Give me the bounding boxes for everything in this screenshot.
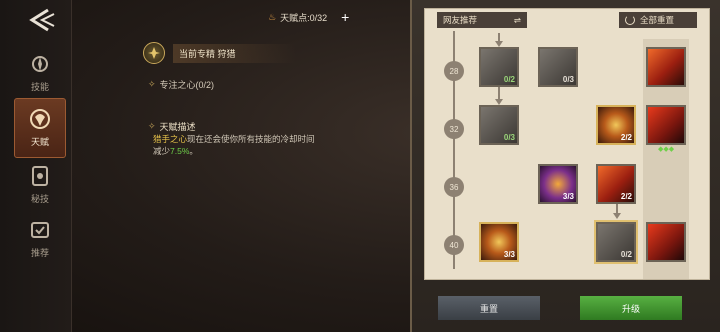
talent-description-title: ✧ 天赋描述 — [148, 120, 196, 133]
talent-node[interactable] — [646, 47, 686, 87]
secret-icon — [26, 162, 54, 190]
upgrade-button[interactable]: 升级 — [580, 296, 682, 320]
node-count: 2/2 — [620, 192, 632, 201]
talent-points-text: 天赋点:0/32 — [280, 12, 328, 23]
node-count: 0/3 — [562, 75, 574, 84]
node-count: 2/2 — [620, 133, 632, 142]
talent-node[interactable] — [646, 105, 686, 145]
nav-item-secret[interactable]: 秘技 — [22, 162, 58, 212]
add-talent-point-button[interactable]: + — [341, 10, 349, 24]
desc-highlight-name: 猎手之心 — [153, 134, 188, 144]
desc-highlight-value: 7.5% — [170, 146, 190, 156]
recommend-icon — [26, 216, 54, 244]
node-count: 0/2 — [620, 250, 632, 259]
talent-node-selected[interactable]: 0/2 — [594, 220, 638, 264]
talent-node[interactable] — [646, 222, 686, 262]
left-nav: 技能 天赋 秘技 推荐 — [0, 0, 72, 332]
spec-label: 当前专精 狩猎 — [173, 43, 296, 63]
arrow-down-icon — [613, 213, 621, 219]
recommend-label: 网友推荐 — [443, 15, 478, 25]
talent-tree: 网友推荐 ⇌ 全部重置 28 32 36 40 0/2 0/3 0/3 2/2 … — [424, 8, 710, 280]
talent-node[interactable]: 3/3 — [479, 222, 519, 262]
diamond-icon: ✧ — [148, 79, 156, 89]
level-marker: 36 — [444, 177, 464, 197]
talent-points: ♨ 天赋点:0/32 + — [268, 10, 349, 24]
skill-icon — [26, 50, 54, 78]
back-button[interactable] — [22, 6, 58, 34]
nav-label-secret: 秘技 — [30, 194, 49, 204]
reset-button[interactable]: 重置 — [438, 296, 540, 320]
flame-icon: ♨ — [268, 11, 277, 22]
desc-text-b: 减少 — [153, 146, 171, 156]
talent-node[interactable]: 0/2 — [479, 47, 519, 87]
back-arrow-icon — [29, 8, 55, 32]
level-marker: 32 — [444, 119, 464, 139]
diamond-icon: ✧ — [148, 121, 156, 131]
recommend-dropdown[interactable]: 网友推荐 ⇌ — [437, 12, 527, 28]
refresh-icon — [625, 15, 635, 25]
reset-all-label: 全部重置 — [640, 15, 675, 25]
nav-item-talent[interactable]: 天赋 — [14, 98, 66, 158]
nav-label-talent: 天赋 — [30, 137, 49, 147]
spec-emblem-icon — [143, 42, 165, 64]
desc-text-a: 现在还会使你所有技能的冷却时间 — [187, 134, 315, 144]
level-marker: 28 — [444, 61, 464, 81]
talent-node[interactable]: 2/2 — [596, 164, 636, 204]
node-count: 3/3 — [562, 192, 574, 201]
talent-art — [648, 107, 684, 143]
nav-label-skill: 技能 — [30, 82, 49, 92]
talent-node[interactable]: 0/3 — [479, 105, 519, 145]
current-spec: 当前专精 狩猎 — [143, 42, 296, 64]
node-count: 0/3 — [503, 133, 515, 142]
talent-node[interactable]: 0/3 — [538, 47, 578, 87]
talent-tree-panel: 网友推荐 ⇌ 全部重置 28 32 36 40 0/2 0/3 0/3 2/2 … — [410, 0, 720, 332]
talent-node[interactable]: 3/3 — [538, 164, 578, 204]
reset-all-button[interactable]: 全部重置 — [619, 12, 697, 28]
level-marker: 40 — [444, 235, 464, 255]
node-count: 3/3 — [503, 250, 515, 259]
swap-icon: ⇌ — [513, 14, 521, 25]
gem-indicator: ◆◆◆ — [658, 146, 675, 153]
talent-art — [648, 224, 684, 260]
nav-label-recommend: 推荐 — [30, 248, 49, 258]
talent-art — [648, 49, 684, 85]
nav-item-skill[interactable]: 技能 — [22, 50, 58, 100]
talent-node[interactable]: 2/2 — [596, 105, 636, 145]
focus-heart: ✧ 专注之心(0/2) — [148, 78, 214, 91]
talent-icon — [26, 105, 54, 133]
focus-label: 专注之心(0/2) — [159, 80, 215, 90]
nav-item-recommend[interactable]: 推荐 — [22, 216, 58, 266]
desc-text-end: 。 — [189, 146, 198, 156]
node-count: 0/2 — [503, 75, 515, 84]
talent-description-body: 猎手之心现在还会使你所有技能的冷却时间 减少7.5%。 — [153, 133, 383, 157]
desc-title-text: 天赋描述 — [159, 122, 196, 132]
